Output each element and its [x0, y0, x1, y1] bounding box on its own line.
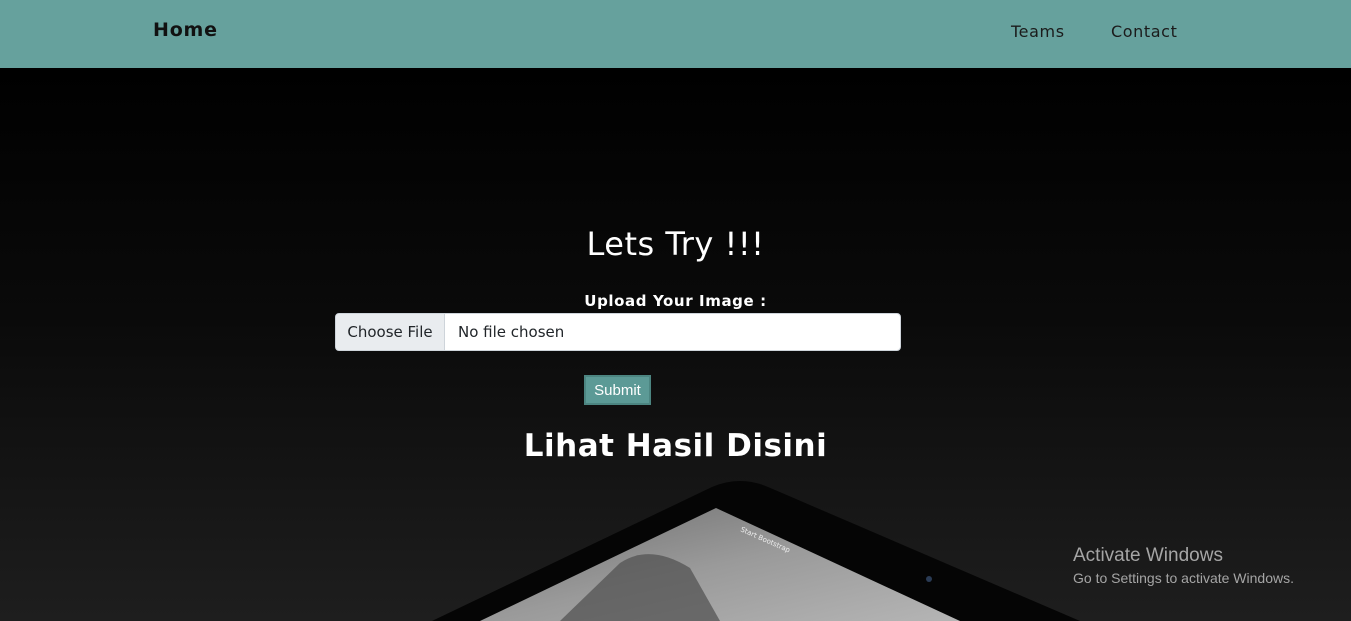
- result-title: Lihat Hasil Disini: [523, 428, 828, 464]
- hero-title: Lets Try !!!: [586, 225, 765, 263]
- windows-activation-watermark: Activate Windows Go to Settings to activ…: [1073, 545, 1294, 586]
- watermark-title: Activate Windows: [1073, 545, 1223, 566]
- file-upload-input[interactable]: Choose File No file chosen: [335, 313, 901, 351]
- choose-file-button[interactable]: Choose File: [336, 314, 445, 350]
- navbar: Home Teams Contact: [0, 0, 1351, 68]
- file-status-text: No file chosen: [458, 323, 565, 341]
- upload-label: Upload Your Image :: [584, 292, 767, 310]
- hero-section: Lets Try !!! Upload Your Image : Choose …: [0, 68, 1351, 621]
- nav-link-teams[interactable]: Teams: [1011, 22, 1065, 41]
- submit-button[interactable]: Submit: [584, 375, 651, 405]
- nav-brand-home[interactable]: Home: [153, 19, 218, 41]
- nav-link-contact[interactable]: Contact: [1111, 22, 1177, 41]
- watermark-subtitle: Go to Settings to activate Windows.: [1073, 570, 1294, 586]
